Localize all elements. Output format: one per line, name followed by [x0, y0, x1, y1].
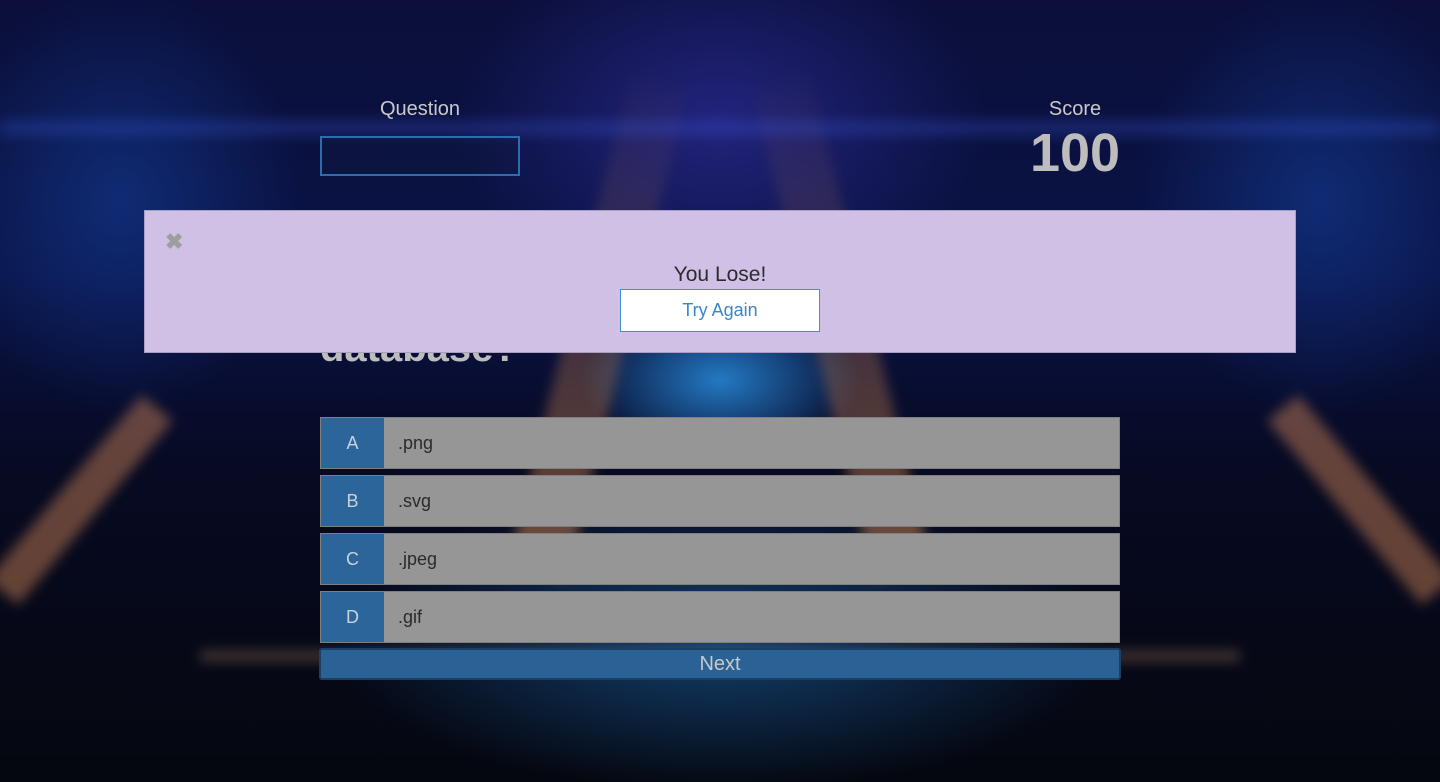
- question-label: Question: [379, 98, 461, 120]
- try-again-button[interactable]: Try Again: [620, 289, 820, 332]
- modal-title: You Lose!: [673, 263, 767, 286]
- answer-letter: D: [321, 592, 384, 642]
- answer-option-c[interactable]: C .jpeg: [320, 533, 1120, 585]
- answer-option-b[interactable]: B .svg: [320, 475, 1120, 527]
- answer-option-a[interactable]: A .png: [320, 417, 1120, 469]
- stage-light-beam: [1267, 395, 1440, 605]
- next-button[interactable]: Next: [319, 648, 1121, 680]
- answer-text: .gif: [398, 606, 423, 627]
- game-background: Question Score 100 database? A .png B .s…: [0, 0, 1440, 782]
- stage-light-beam: [0, 395, 173, 605]
- question-number-box: [320, 136, 520, 176]
- answer-letter: C: [321, 534, 384, 584]
- answer-letter: B: [321, 476, 384, 526]
- result-modal: ✖ You Lose! Try Again: [144, 210, 1296, 353]
- close-icon[interactable]: ✖: [165, 231, 183, 253]
- score-value: 100: [1029, 123, 1121, 183]
- answer-letter: A: [321, 418, 384, 468]
- answer-text: .svg: [398, 490, 432, 511]
- answer-text: .png: [398, 432, 434, 453]
- answer-option-d[interactable]: D .gif: [320, 591, 1120, 643]
- stage-light-beam: [0, 120, 1440, 136]
- answer-text: .jpeg: [398, 548, 438, 569]
- score-label: Score: [1048, 98, 1102, 120]
